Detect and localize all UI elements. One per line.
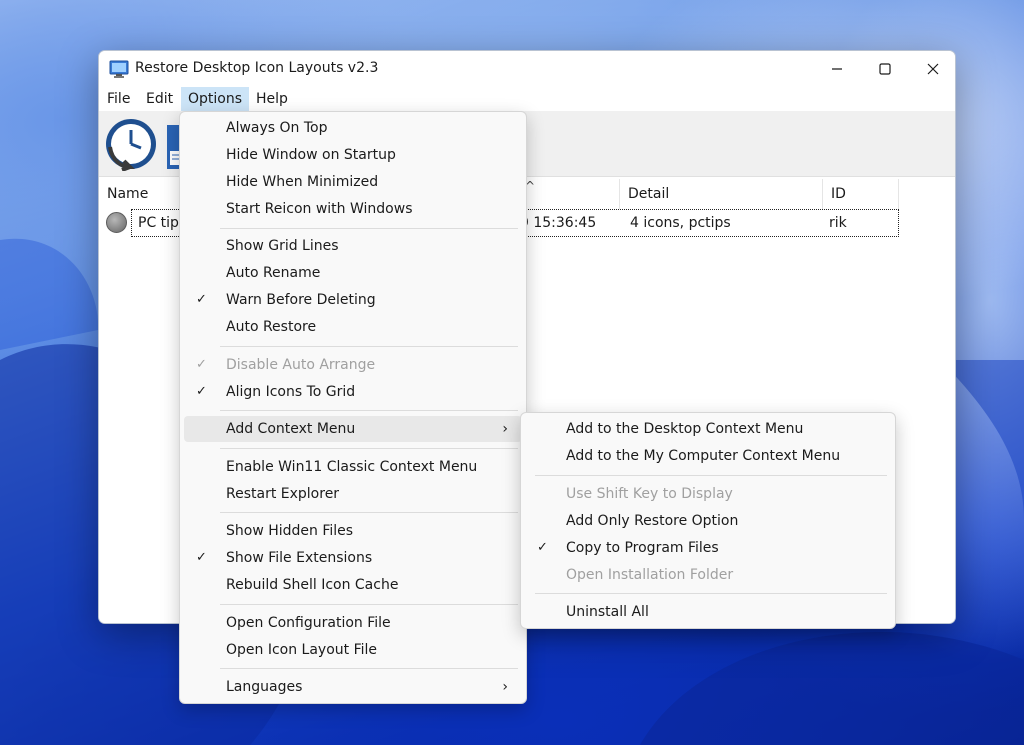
menu-item-add-to-my-computer-context-menu[interactable]: Add to the My Computer Context Menu xyxy=(525,443,891,469)
menu-item-auto-restore[interactable]: Auto Restore xyxy=(184,314,522,340)
menu-separator xyxy=(220,668,518,669)
menu-separator xyxy=(535,475,887,476)
clock-restore-icon xyxy=(104,119,158,175)
chevron-right-icon: › xyxy=(502,421,508,437)
menu-item-hide-window-on-startup[interactable]: Hide Window on Startup xyxy=(184,142,522,168)
menu-item-warn-before-deleting[interactable]: ✓ Warn Before Deleting xyxy=(184,287,522,313)
check-icon: ✓ xyxy=(196,384,207,399)
window-title: Restore Desktop Icon Layouts v2.3 xyxy=(135,60,379,76)
menu-item-always-on-top[interactable]: Always On Top xyxy=(184,115,522,141)
minimize-icon xyxy=(831,63,843,75)
menu-separator xyxy=(220,410,518,411)
app-icon xyxy=(109,59,129,79)
menu-item-add-only-restore-option[interactable]: Add Only Restore Option xyxy=(525,508,891,534)
menu-item-open-installation-folder: Open Installation Folder xyxy=(566,567,734,583)
minimize-button[interactable] xyxy=(813,51,861,87)
title-bar[interactable]: Restore Desktop Icon Layouts v2.3 xyxy=(99,51,955,87)
menu-item-start-with-windows[interactable]: Start Reicon with Windows xyxy=(184,196,522,222)
menu-separator xyxy=(220,604,518,605)
close-icon xyxy=(927,63,939,75)
menu-separator xyxy=(220,448,518,449)
menu-item-restart-explorer[interactable]: Restart Explorer xyxy=(184,481,522,507)
menu-item-show-grid-lines[interactable]: Show Grid Lines xyxy=(184,233,522,259)
row-id: rik xyxy=(829,215,847,231)
maximize-icon xyxy=(879,63,891,75)
status-dot-icon xyxy=(106,212,127,233)
menu-item-open-icon-layout-file[interactable]: Open Icon Layout File xyxy=(184,637,522,663)
menu-item-open-configuration-file[interactable]: Open Configuration File xyxy=(184,610,522,636)
chevron-right-icon: › xyxy=(502,679,508,695)
menu-file[interactable]: File xyxy=(100,87,137,111)
menu-item-align-icons-to-grid[interactable]: ✓ Align Icons To Grid xyxy=(184,379,522,405)
check-icon: ✓ xyxy=(537,540,548,555)
check-icon: ✓ xyxy=(196,357,207,372)
check-icon: ✓ xyxy=(196,550,207,565)
menu-separator xyxy=(220,346,518,347)
menu-item-auto-rename[interactable]: Auto Rename xyxy=(184,260,522,286)
menu-item-use-shift-key: Use Shift Key to Display xyxy=(566,486,733,502)
menu-item-enable-win11-classic-context-menu[interactable]: Enable Win11 Classic Context Menu xyxy=(184,454,522,480)
menu-item-uninstall-all[interactable]: Uninstall All xyxy=(525,599,891,625)
menu-item-add-context-menu[interactable]: Add Context Menu › xyxy=(184,416,522,442)
menu-options[interactable]: Options xyxy=(181,87,250,111)
menu-item-show-hidden-files[interactable]: Show Hidden Files xyxy=(184,518,522,544)
maximize-button[interactable] xyxy=(861,51,909,87)
restore-layout-button[interactable] xyxy=(104,117,158,175)
menu-separator xyxy=(535,593,887,594)
menu-item-languages[interactable]: Languages › xyxy=(184,674,522,700)
menu-separator xyxy=(220,512,518,513)
menu-item-show-file-extensions[interactable]: ✓ Show File Extensions xyxy=(184,545,522,571)
column-detail[interactable]: Detail xyxy=(619,179,823,209)
menu-separator xyxy=(220,228,518,229)
options-menu: Always On Top Hide Window on Startup Hid… xyxy=(179,111,527,704)
menu-bar: File Edit Options Help xyxy=(99,87,955,111)
row-detail: 4 icons, pctips xyxy=(630,215,731,231)
menu-item-copy-to-program-files[interactable]: ✓ Copy to Program Files xyxy=(525,535,891,561)
column-id[interactable]: ID xyxy=(823,179,899,209)
check-icon: ✓ xyxy=(196,292,207,307)
menu-help[interactable]: Help xyxy=(249,87,295,111)
close-button[interactable] xyxy=(909,51,955,87)
menu-item-hide-when-minimized[interactable]: Hide When Minimized xyxy=(184,169,522,195)
row-date: 9 15:36:45 xyxy=(520,215,597,231)
row-name: PC tip xyxy=(138,215,179,231)
menu-item-rebuild-shell-icon-cache[interactable]: Rebuild Shell Icon Cache xyxy=(184,572,522,598)
menu-item-add-to-desktop-context-menu[interactable]: Add to the Desktop Context Menu xyxy=(525,416,891,442)
menu-edit[interactable]: Edit xyxy=(139,87,180,111)
context-submenu: Add to the Desktop Context Menu Add to t… xyxy=(520,412,896,629)
menu-item-disable-auto-arrange: ✓ Disable Auto Arrange xyxy=(184,352,522,378)
